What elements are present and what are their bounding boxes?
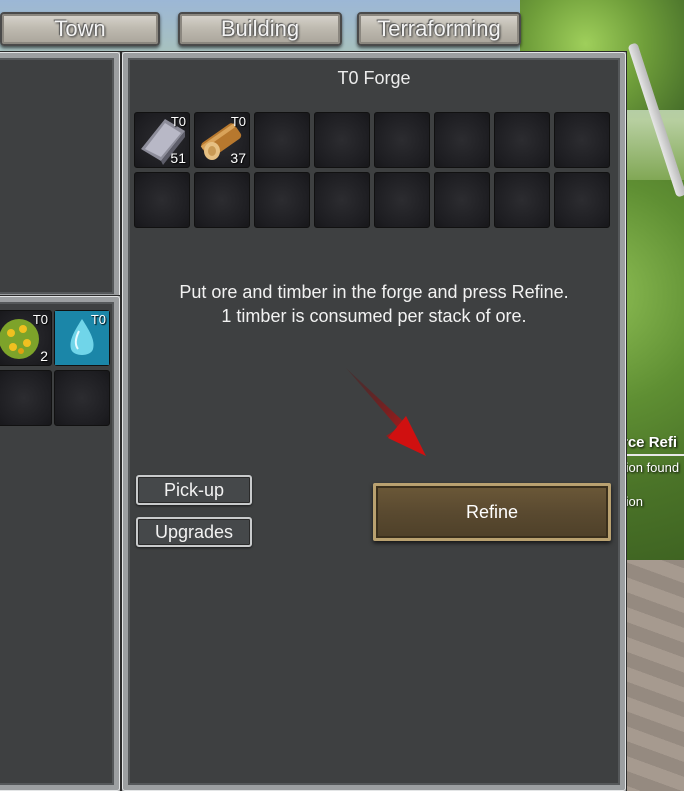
slot-quantity: 37 <box>230 150 246 166</box>
inventory-panel: T0 2 T0 <box>0 296 120 791</box>
side-info-panel: rce Refi tion found tion <box>620 430 684 520</box>
forge-slot[interactable] <box>554 172 610 228</box>
tab-building[interactable]: Building <box>178 12 342 46</box>
forge-slot[interactable]: T0 51 <box>134 112 190 168</box>
forge-instructions: Put ore and timber in the forge and pres… <box>128 280 620 328</box>
slot-quantity: 2 <box>40 348 48 364</box>
forge-slot[interactable] <box>254 112 310 168</box>
instruction-line: 1 timber is consumed per stack of ore. <box>221 306 527 326</box>
forge-slot[interactable] <box>194 172 250 228</box>
inventory-slot[interactable] <box>0 370 52 426</box>
forge-slot[interactable] <box>314 172 370 228</box>
forge-slot[interactable] <box>374 172 430 228</box>
forge-slot[interactable]: T0 37 <box>194 112 250 168</box>
forge-slot[interactable] <box>494 112 550 168</box>
upgrades-button[interactable]: Upgrades <box>136 517 252 547</box>
pickup-button[interactable]: Pick-up <box>136 475 252 505</box>
slot-tier: T0 <box>230 114 246 129</box>
inventory-panel-upper <box>0 52 120 300</box>
forge-slot[interactable] <box>554 112 610 168</box>
forge-slot[interactable] <box>434 172 490 228</box>
forge-slot[interactable] <box>494 172 550 228</box>
side-info-text: tion found <box>622 460 680 475</box>
inventory-slot[interactable]: T0 2 <box>0 310 52 366</box>
slot-tier: T0 <box>32 312 48 327</box>
slot-tier: T0 <box>90 312 106 327</box>
side-info-title: rce Refi <box>622 434 678 451</box>
slot-tier: T0 <box>170 114 186 129</box>
tab-terraforming[interactable]: Terraforming <box>357 12 521 46</box>
forge-slot[interactable] <box>374 112 430 168</box>
side-info-divider <box>620 454 684 456</box>
instruction-line: Put ore and timber in the forge and pres… <box>179 282 569 302</box>
forge-slot[interactable] <box>134 172 190 228</box>
forge-slot[interactable] <box>434 112 490 168</box>
pointer-arrow-icon <box>346 368 426 456</box>
refine-button[interactable]: Refine <box>373 483 611 541</box>
inventory-slot[interactable]: T0 <box>54 310 110 366</box>
tab-town[interactable]: Town <box>0 12 160 46</box>
forge-title: T0 Forge <box>337 68 411 88</box>
forge-slot[interactable] <box>254 172 310 228</box>
forge-panel: T0 Forge T0 51 T0 37 Put ore and timber … <box>122 52 626 791</box>
forge-slot[interactable] <box>314 112 370 168</box>
slot-quantity: 51 <box>170 150 186 166</box>
inventory-slot[interactable] <box>54 370 110 426</box>
